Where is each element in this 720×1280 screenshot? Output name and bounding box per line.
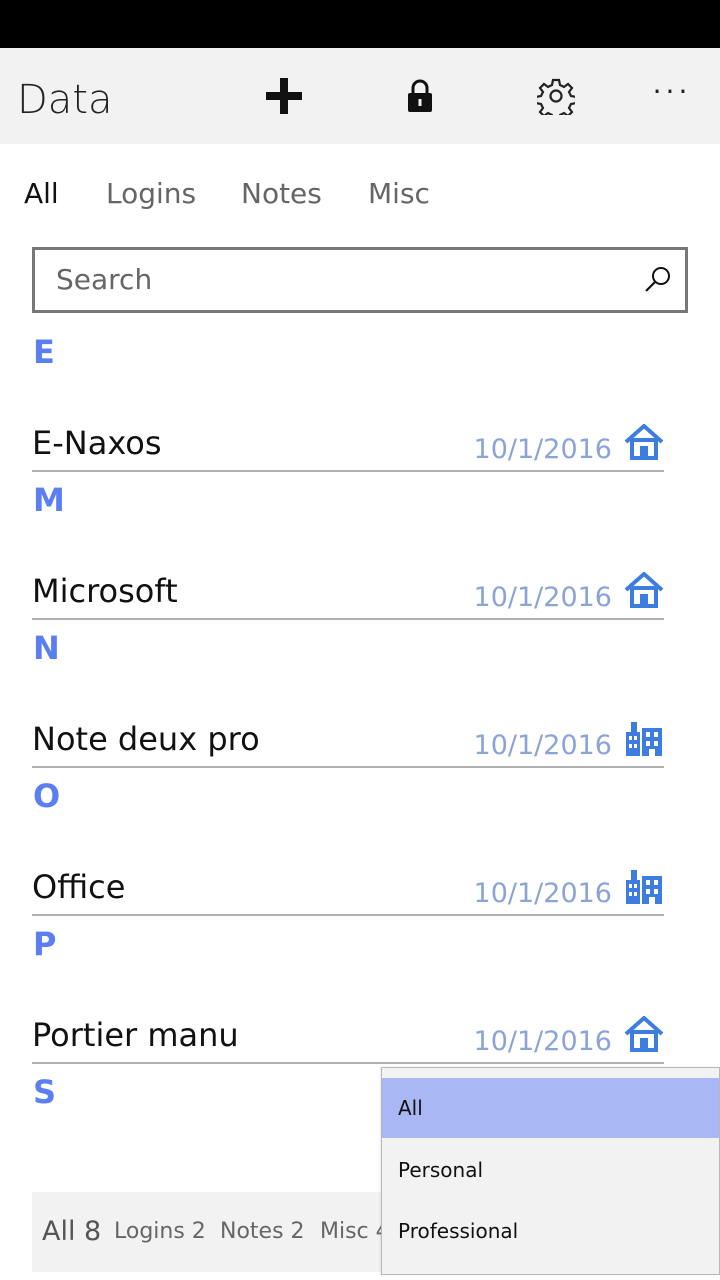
option-label: Personal (398, 1158, 484, 1182)
option-label: Professional (398, 1219, 519, 1243)
office-building-icon (626, 722, 662, 756)
item-name: Microsoft (32, 572, 178, 610)
home-icon (624, 1016, 664, 1052)
item-date: 10/1/2016 (473, 434, 612, 465)
list-item[interactable]: Microsoft 10/1/2016 (32, 570, 664, 620)
search-input[interactable]: Search (32, 247, 688, 313)
filter-dropdown: All Personal Professional (381, 1067, 720, 1275)
item-date: 10/1/2016 (473, 1026, 612, 1057)
group-letter[interactable]: O (33, 776, 60, 816)
list-item[interactable]: E-Naxos 10/1/2016 (32, 422, 664, 472)
item-name: Note deux pro (32, 720, 260, 758)
search-icon[interactable] (643, 264, 673, 294)
list-item[interactable]: Office 10/1/2016 (32, 866, 664, 916)
pivot-tabs: All Logins Notes Misc (0, 172, 720, 216)
home-icon (624, 424, 664, 460)
group-letter[interactable]: N (33, 628, 60, 668)
status-bar (0, 0, 720, 48)
tab-misc[interactable]: Misc (368, 172, 430, 216)
more-button[interactable]: ··· (644, 72, 700, 120)
group-letter[interactable]: P (33, 924, 56, 964)
item-name: E-Naxos (32, 424, 162, 462)
entries-list: E E-Naxos 10/1/2016 M Microsoft 10/1/201… (0, 318, 720, 1180)
home-icon (624, 572, 664, 608)
add-button[interactable] (256, 72, 312, 120)
count-notes[interactable]: Notes 2 (220, 1212, 305, 1252)
app-bar: Data ··· (0, 48, 720, 144)
search-placeholder: Search (56, 263, 153, 296)
count-misc[interactable]: Misc 4 (320, 1212, 390, 1252)
list-item[interactable]: Note deux pro 10/1/2016 (32, 718, 664, 768)
tab-all[interactable]: All (24, 172, 59, 216)
group-letter[interactable]: M (33, 480, 65, 520)
group-letter[interactable]: S (33, 1072, 56, 1112)
more-icon: ··· (652, 75, 692, 108)
lock-button[interactable] (392, 72, 448, 120)
lock-icon (408, 79, 432, 112)
dropdown-option-all[interactable]: All (382, 1078, 719, 1138)
item-date: 10/1/2016 (473, 878, 612, 909)
count-all[interactable]: All 8 (42, 1212, 101, 1252)
dropdown-option-professional[interactable]: Professional (382, 1201, 719, 1261)
item-date: 10/1/2016 (473, 730, 612, 761)
item-name: Office (32, 868, 126, 906)
office-building-icon (626, 870, 662, 904)
dropdown-option-personal[interactable]: Personal (382, 1140, 719, 1200)
item-name: Portier manu (32, 1016, 239, 1054)
option-label: All (398, 1096, 423, 1120)
page-title: Data (17, 77, 113, 123)
gear-icon (537, 78, 575, 115)
tab-logins[interactable]: Logins (106, 172, 196, 216)
tab-notes[interactable]: Notes (241, 172, 322, 216)
plus-icon (266, 78, 302, 114)
item-date: 10/1/2016 (473, 582, 612, 613)
count-logins[interactable]: Logins 2 (114, 1212, 206, 1252)
settings-button[interactable] (528, 72, 584, 120)
group-letter[interactable]: E (33, 332, 55, 372)
list-item[interactable]: Portier manu 10/1/2016 (32, 1014, 664, 1064)
